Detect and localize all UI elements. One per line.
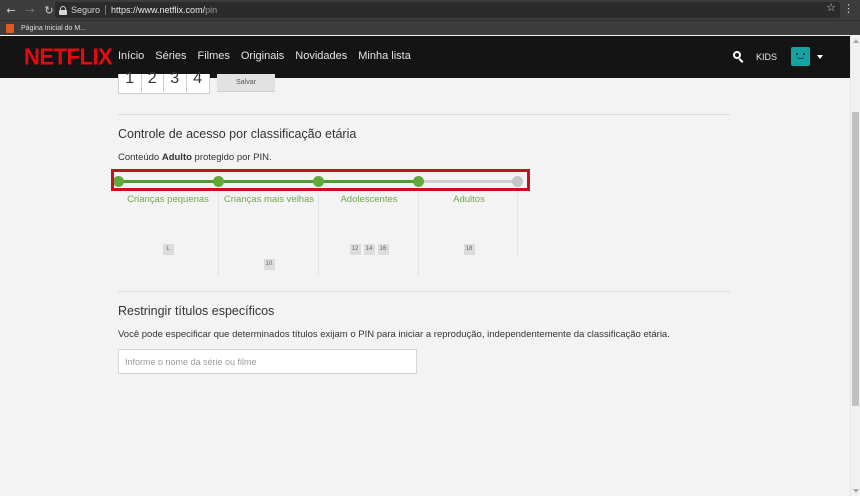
page-scrollbar[interactable] bbox=[850, 36, 860, 496]
maturity-description: Conteúdo Adulto protegido por PIN. bbox=[118, 152, 272, 163]
back-icon[interactable]: ← bbox=[3, 2, 19, 18]
nav-series[interactable]: Séries bbox=[155, 50, 186, 62]
nav-novidades[interactable]: Novidades bbox=[295, 50, 347, 62]
category-label: Crianças pequenas bbox=[127, 194, 209, 205]
office-icon bbox=[6, 23, 14, 33]
main-nav: Início Séries Filmes Originais Novidades… bbox=[118, 50, 422, 62]
category-label: Adolescentes bbox=[340, 194, 398, 205]
kids-link[interactable]: KIDS bbox=[756, 52, 777, 62]
rating-badge: 18 bbox=[463, 244, 475, 255]
secure-label: Seguro bbox=[71, 5, 101, 15]
bookmarks-bar: Página Inicial do M... bbox=[0, 20, 860, 35]
rating-badge: 12 bbox=[349, 244, 361, 255]
category-column: Adolescentes 12 14 16 bbox=[318, 194, 418, 276]
category-column: Crianças pequenas L bbox=[118, 194, 218, 276]
slider-highlight-box bbox=[111, 169, 530, 191]
browser-menu-icon[interactable]: ⋮ bbox=[843, 2, 854, 15]
save-button[interactable]: Salvar bbox=[217, 74, 275, 92]
netflix-logo[interactable]: NETFLIX bbox=[24, 43, 113, 70]
category-label: Crianças mais velhas bbox=[223, 194, 315, 205]
maturity-title: Controle de acesso por classificação etá… bbox=[118, 127, 357, 141]
divider bbox=[118, 114, 730, 115]
address-bar[interactable]: Seguro https://www.netflix.com/pin bbox=[55, 2, 840, 18]
search-icon[interactable] bbox=[733, 51, 744, 63]
bookmark-item[interactable]: Página Inicial do M... bbox=[6, 23, 86, 33]
category-column: Crianças mais velhas 10 bbox=[218, 194, 318, 276]
pin-digit[interactable]: 2 bbox=[142, 71, 164, 92]
category-label: Adultos bbox=[453, 194, 485, 205]
forward-icon[interactable]: → bbox=[22, 2, 38, 18]
rating-badge: 16 bbox=[377, 244, 389, 255]
url-path: pin bbox=[205, 5, 218, 15]
chevron-down-icon[interactable] bbox=[817, 55, 823, 59]
nav-minha-lista[interactable]: Minha lista bbox=[358, 50, 411, 62]
divider bbox=[118, 291, 730, 292]
restrict-description: Você pode especificar que determinados t… bbox=[118, 329, 670, 340]
category-column: Adultos 18 bbox=[418, 194, 518, 276]
pin-digit[interactable]: 4 bbox=[187, 71, 209, 92]
maturity-level: Adulto bbox=[161, 152, 192, 163]
scroll-up-icon[interactable] bbox=[853, 39, 859, 43]
page-content: 1 2 3 4 Salvar Controle de acesso por cl… bbox=[0, 71, 850, 496]
pin-digit[interactable]: 1 bbox=[119, 71, 142, 92]
bookmark-star-icon[interactable]: ☆ bbox=[826, 1, 836, 14]
title-search-input[interactable] bbox=[118, 349, 417, 374]
rating-badge: L bbox=[162, 244, 174, 255]
browser-toolbar: ← → ↻ Seguro https://www.netflix.com/pin… bbox=[0, 0, 860, 20]
lock-icon bbox=[59, 5, 67, 15]
nav-inicio[interactable]: Início bbox=[118, 50, 144, 62]
restrict-title: Restringir títulos específicos bbox=[118, 304, 275, 318]
scroll-down-icon[interactable] bbox=[853, 489, 859, 493]
nav-originais[interactable]: Originais bbox=[241, 50, 284, 62]
bookmark-label: Página Inicial do M... bbox=[21, 24, 86, 32]
rating-badge: 14 bbox=[363, 244, 375, 255]
rating-badge: 10 bbox=[263, 259, 275, 270]
pin-input[interactable]: 1 2 3 4 bbox=[118, 71, 210, 94]
pin-digit[interactable]: 3 bbox=[164, 71, 187, 92]
url-host: https://www.netflix.com/ bbox=[111, 5, 206, 15]
scroll-thumb[interactable] bbox=[852, 112, 859, 406]
nav-filmes[interactable]: Filmes bbox=[197, 50, 229, 62]
avatar[interactable] bbox=[791, 47, 810, 66]
